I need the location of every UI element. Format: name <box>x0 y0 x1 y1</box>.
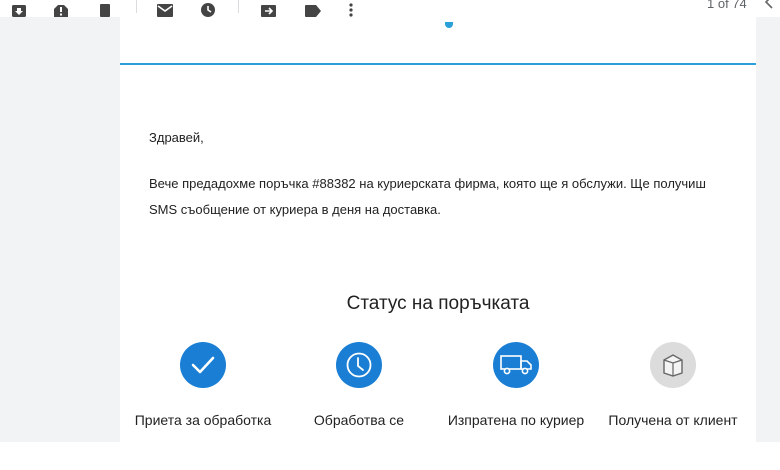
order-status-title: Статус на поръчката <box>346 293 530 314</box>
email-message-text: Вече предадохме поръчка #88382 на куриер… <box>149 176 706 217</box>
email-greeting: Здравей, <box>149 130 204 145</box>
clock-icon <box>336 342 382 388</box>
delete-icon[interactable] <box>94 0 116 17</box>
more-options-icon[interactable] <box>340 0 362 17</box>
snooze-icon[interactable] <box>197 0 219 17</box>
move-to-icon[interactable] <box>257 0 279 17</box>
box-icon <box>650 342 696 388</box>
pagination-count: 1 of 74 <box>707 0 747 11</box>
label-icon[interactable] <box>302 0 324 17</box>
archive-icon[interactable] <box>8 0 30 17</box>
check-icon <box>180 342 226 388</box>
report-spam-icon[interactable] <box>50 0 72 17</box>
email-header-banner <box>120 17 756 64</box>
toolbar-divider <box>136 0 137 13</box>
step-label: Обработва се <box>313 412 405 428</box>
page-footer-area <box>0 442 780 470</box>
step-label: Приета за обработка <box>134 412 272 428</box>
status-step-processing: Обработва се <box>279 342 439 442</box>
status-step-received: Приета за обработка <box>123 342 283 442</box>
status-step-shipped: Изпратена по куриер <box>436 342 596 442</box>
email-body: Здравей, Вече предадохме поръчка #88382 … <box>120 17 756 442</box>
chevron-left-icon[interactable] <box>764 0 778 12</box>
truck-icon <box>493 342 539 388</box>
email-toolbar: 1 of 74 <box>0 0 780 17</box>
step-label: Изпратена по куриер <box>447 412 585 428</box>
brand-logo-fragment <box>445 22 453 28</box>
step-label: Получена от клиент <box>608 412 738 428</box>
status-step-delivered: Получена от клиент <box>593 342 753 442</box>
toolbar-divider <box>238 0 239 13</box>
mark-unread-icon[interactable] <box>154 0 176 17</box>
header-divider <box>120 63 756 65</box>
scrollbar-track[interactable] <box>757 17 780 442</box>
